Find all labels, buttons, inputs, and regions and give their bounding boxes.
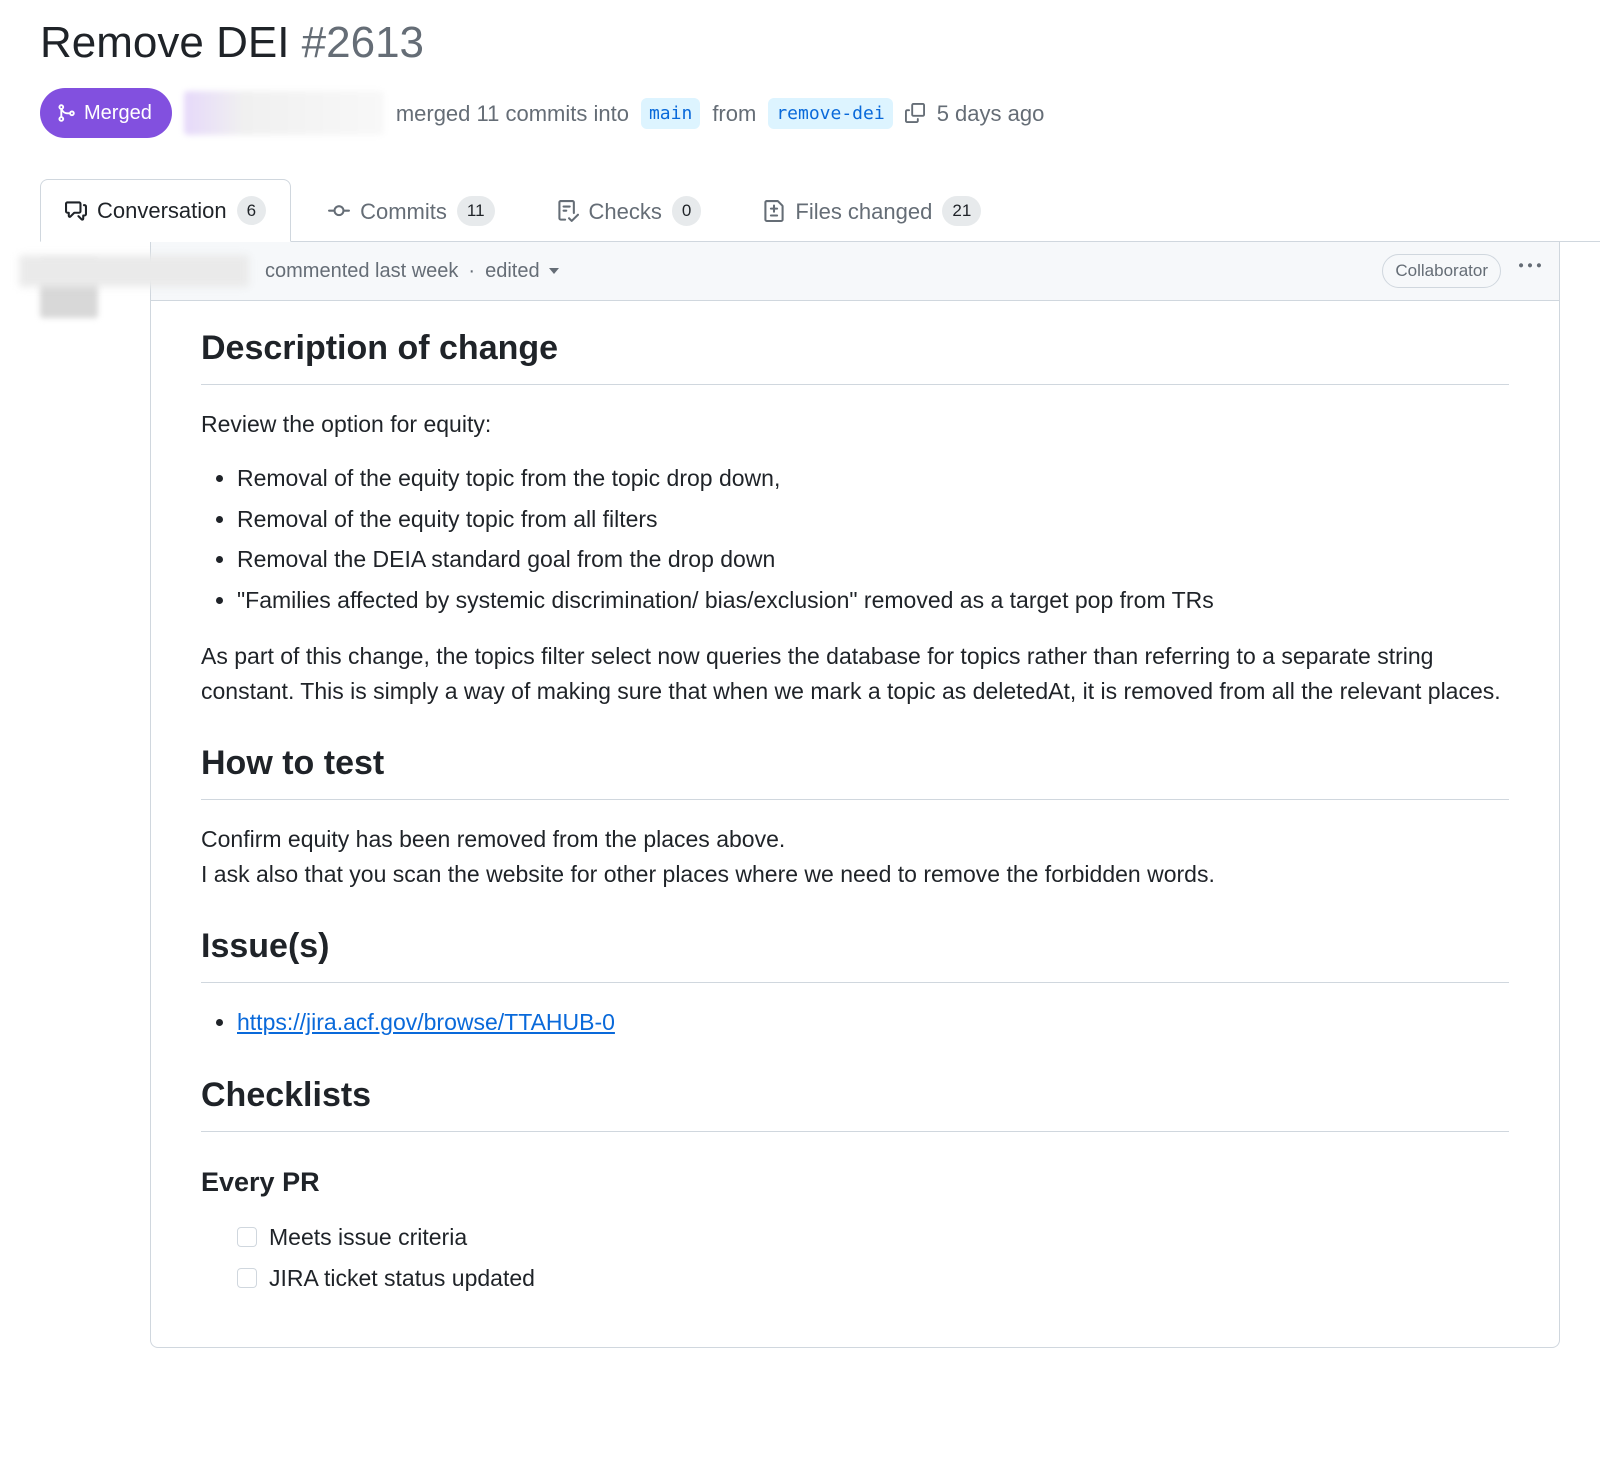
checklist-item: Meets issue criteria bbox=[237, 1220, 1509, 1255]
discussion-thread: commented last week · edited Collaborato… bbox=[40, 242, 1600, 1348]
tab-count: 6 bbox=[237, 196, 266, 226]
checklist-label: Meets issue criteria bbox=[269, 1220, 467, 1255]
edited-indicator[interactable]: edited bbox=[485, 256, 559, 286]
tab-label: Files changed bbox=[795, 195, 932, 228]
test-instructions: Confirm equity has been removed from the… bbox=[201, 822, 1509, 891]
state-badge-label: Merged bbox=[84, 98, 152, 128]
tab-commits[interactable]: Commits 11 bbox=[303, 180, 519, 242]
copy-icon bbox=[905, 103, 925, 123]
list-item: Removal of the equity topic from the top… bbox=[237, 461, 1509, 496]
how-to-test-heading: How to test bbox=[201, 738, 1509, 800]
base-branch[interactable]: main bbox=[641, 98, 700, 129]
author-avatar-redacted bbox=[184, 91, 384, 135]
timeline-column: commented last week · edited Collaborato… bbox=[150, 242, 1600, 1348]
head-branch[interactable]: remove-dei bbox=[768, 98, 892, 129]
pr-header: Remove DEI #2613 Merged merged 11 commit… bbox=[40, 0, 1600, 150]
pr-tabs: Conversation 6 Commits 11 Checks 0 Files… bbox=[40, 178, 1600, 242]
checkbox-unchecked[interactable] bbox=[237, 1268, 257, 1288]
kebab-icon bbox=[1519, 255, 1541, 277]
comment-body: Description of change Review the option … bbox=[151, 301, 1559, 1348]
chevron-down-icon bbox=[549, 268, 559, 274]
comment-timestamp: commented last week bbox=[265, 256, 458, 286]
merge-icon bbox=[56, 103, 76, 123]
tab-files-changed[interactable]: Files changed 21 bbox=[738, 180, 1006, 242]
checklists-heading: Checklists bbox=[201, 1070, 1509, 1132]
tab-label: Conversation bbox=[97, 194, 227, 227]
role-badge: Collaborator bbox=[1382, 254, 1501, 288]
list-item: "Families affected by systemic discrimin… bbox=[237, 583, 1509, 618]
every-pr-heading: Every PR bbox=[201, 1162, 1509, 1203]
checklist-item: JIRA ticket status updated bbox=[237, 1261, 1509, 1296]
commenter-name-redacted bbox=[19, 255, 249, 287]
tab-label: Checks bbox=[589, 195, 662, 228]
description-intro: Review the option for equity: bbox=[201, 407, 1509, 442]
checkbox-unchecked[interactable] bbox=[237, 1227, 257, 1247]
meta-separator: · bbox=[468, 256, 475, 286]
tab-count: 0 bbox=[672, 196, 701, 226]
tab-label: Commits bbox=[360, 195, 447, 228]
tab-count: 11 bbox=[457, 196, 495, 226]
merge-timestamp: 5 days ago bbox=[937, 97, 1045, 130]
tab-count: 21 bbox=[942, 196, 981, 226]
avatar-column bbox=[40, 242, 150, 1348]
comment-box: commented last week · edited Collaborato… bbox=[150, 242, 1560, 1348]
comment-actions-menu[interactable] bbox=[1519, 255, 1541, 286]
description-paragraph: As part of this change, the topics filte… bbox=[201, 639, 1509, 708]
pr-title: Remove DEI #2613 bbox=[40, 10, 1600, 76]
list-item: Removal the DEIA standard goal from the … bbox=[237, 542, 1509, 577]
copy-branch-button[interactable] bbox=[905, 103, 925, 123]
checklist-label: JIRA ticket status updated bbox=[269, 1261, 535, 1296]
merge-meta-prefix: merged 11 commits into bbox=[396, 97, 629, 130]
description-heading: Description of change bbox=[201, 323, 1509, 385]
pr-title-text: Remove DEI bbox=[40, 18, 289, 67]
every-pr-checklist: Meets issue criteria JIRA ticket status … bbox=[201, 1220, 1509, 1295]
issues-list: https://jira.acf.gov/browse/TTAHUB-0 bbox=[201, 1005, 1509, 1040]
pr-subheader: Merged merged 11 commits into main from … bbox=[40, 88, 1600, 138]
issues-heading: Issue(s) bbox=[201, 921, 1509, 983]
description-bullets: Removal of the equity topic from the top… bbox=[201, 461, 1509, 617]
pr-number: #2613 bbox=[302, 18, 424, 67]
list-item: Removal of the equity topic from all fil… bbox=[237, 502, 1509, 537]
git-commit-icon bbox=[328, 200, 350, 222]
checklist-icon bbox=[557, 200, 579, 222]
file-diff-icon bbox=[763, 200, 785, 222]
state-badge-merged: Merged bbox=[40, 88, 172, 138]
tab-conversation[interactable]: Conversation 6 bbox=[40, 179, 291, 242]
comment-header: commented last week · edited Collaborato… bbox=[151, 242, 1559, 301]
comment-discussion-icon bbox=[65, 200, 87, 222]
list-item: https://jira.acf.gov/browse/TTAHUB-0 bbox=[237, 1005, 1509, 1040]
tab-checks[interactable]: Checks 0 bbox=[532, 180, 727, 242]
issue-link[interactable]: https://jira.acf.gov/browse/TTAHUB-0 bbox=[237, 1009, 615, 1035]
merge-meta-mid: from bbox=[712, 97, 756, 130]
